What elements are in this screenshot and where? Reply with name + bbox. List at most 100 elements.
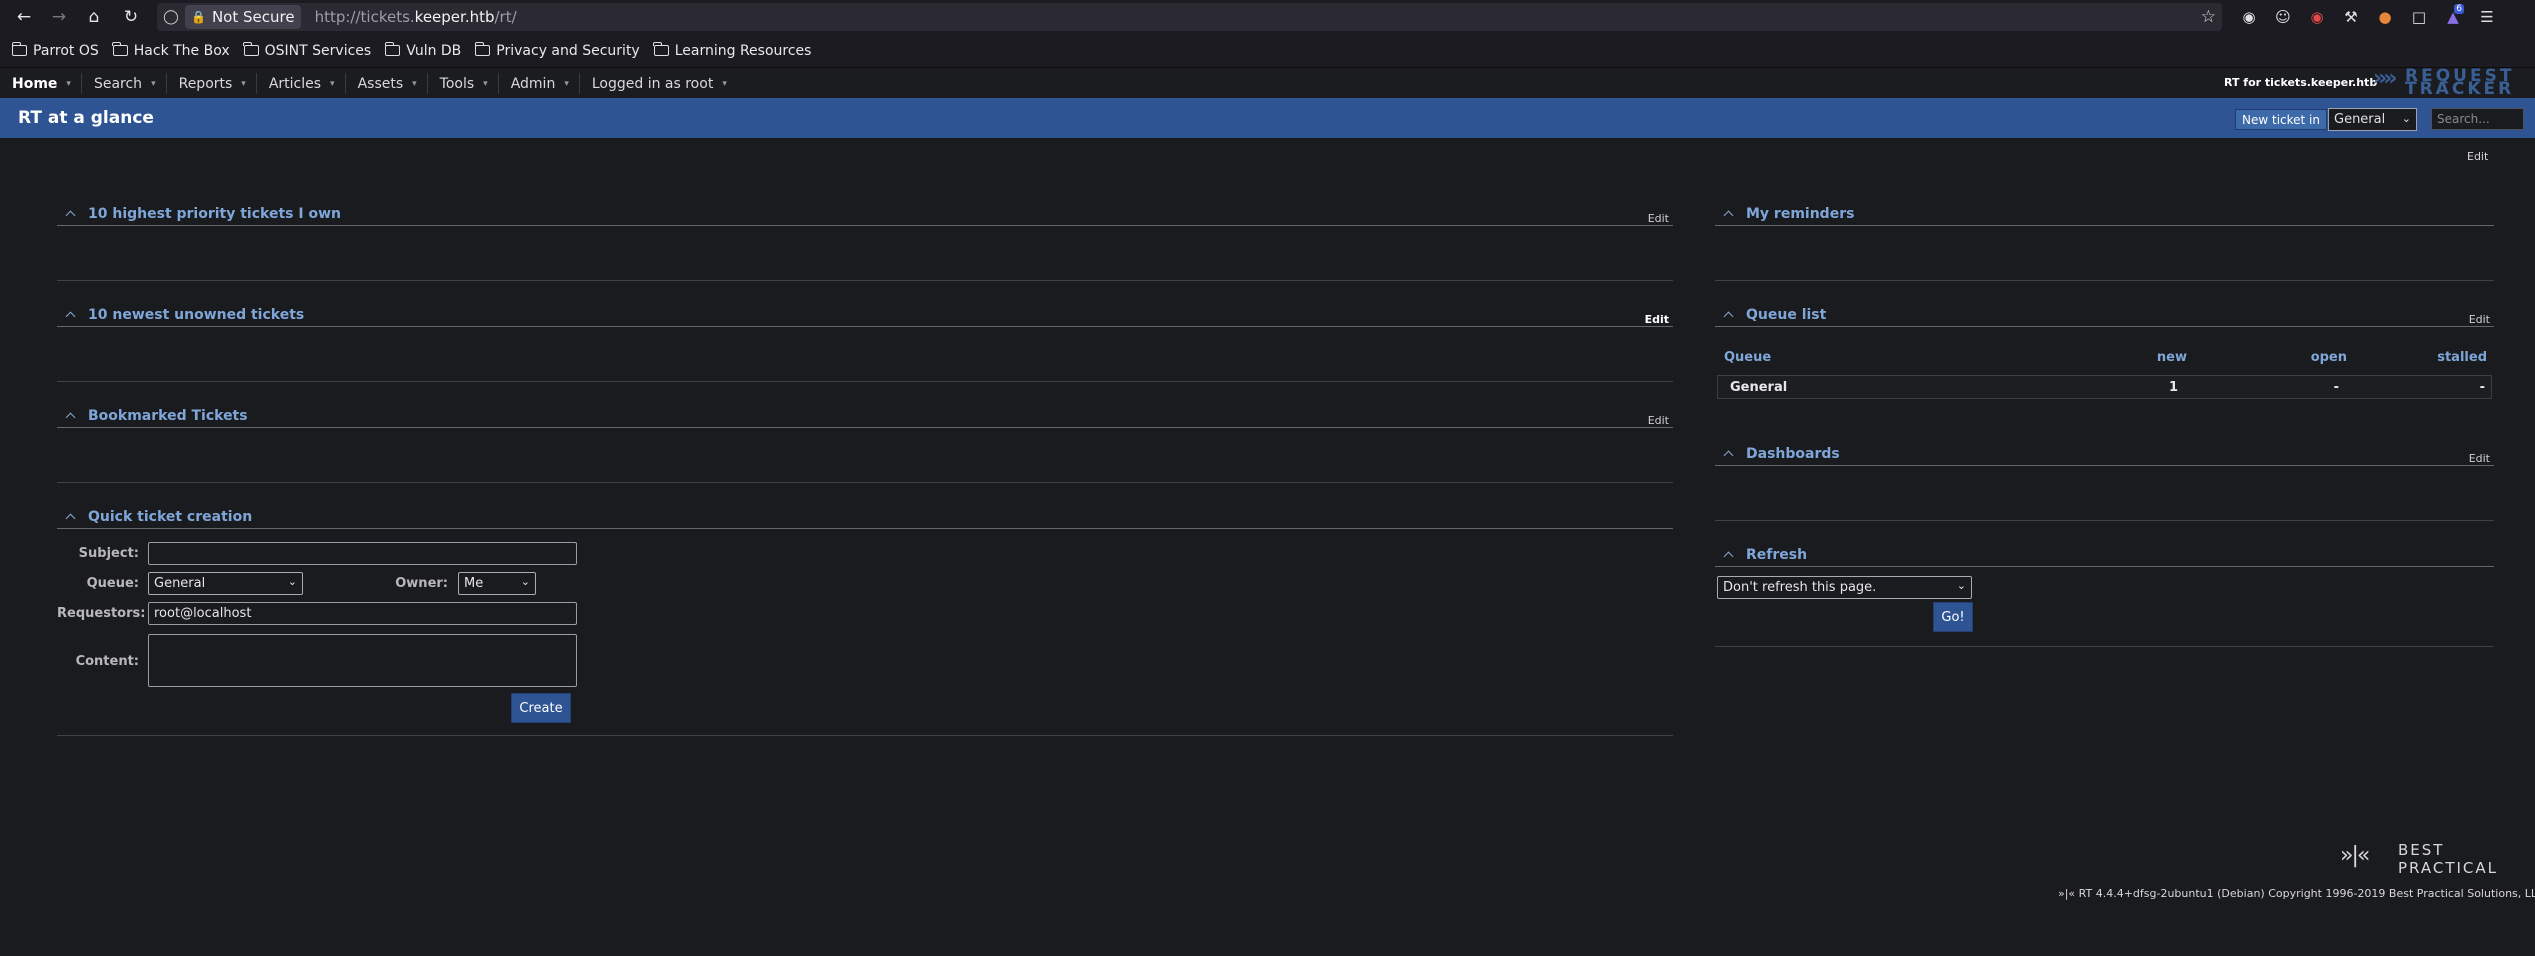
queue-select-value: General <box>2334 112 2386 127</box>
bookmark-learning-resources[interactable]: Learning Resources <box>653 42 811 59</box>
ublock-icon[interactable]: ◉ <box>2300 0 2334 34</box>
bookmark-star-icon[interactable]: ☆ <box>2201 7 2216 27</box>
portlet-divider <box>1715 646 2494 647</box>
url-text[interactable]: http://tickets.keeper.htb/rt/ <box>315 8 517 26</box>
queue-new-count[interactable]: 1 <box>2078 380 2178 395</box>
portlet-queue-list: Queue list Edit Queue new open stalled G… <box>1715 305 2494 405</box>
queue-name-link[interactable]: General <box>1730 380 1787 395</box>
subject-label: Subject: <box>78 546 139 561</box>
bookmark-vuln-db[interactable]: Vuln DB <box>384 42 462 59</box>
wrench-icon[interactable]: ⚒ <box>2334 0 2368 34</box>
logo-line2: PRACTICAL <box>2398 859 2499 877</box>
queue-select[interactable]: General ⌄ <box>148 572 303 595</box>
portlet-divider <box>57 735 1673 736</box>
collapse-toggle-icon[interactable] <box>1721 446 1737 462</box>
bookmark-osint-services[interactable]: OSINT Services <box>243 42 372 59</box>
menu-search[interactable]: Search ▾ <box>82 73 167 94</box>
back-icon[interactable]: ← <box>7 0 41 34</box>
page-edit-link[interactable]: Edit <box>2467 150 2488 163</box>
wappalyzer-icon[interactable]: ▲ 6 <box>2436 0 2470 34</box>
portlet-header: Dashboards Edit <box>1715 444 2494 466</box>
table-row[interactable]: General 1 - - <box>1717 375 2492 399</box>
badge-count: 6 <box>2454 4 2464 14</box>
collapse-toggle-icon[interactable] <box>63 509 79 525</box>
go-button[interactable]: Go! <box>1933 602 1973 632</box>
create-button[interactable]: Create <box>511 693 571 723</box>
browser-toolbar: ← → ⌂ ↻ ◯ 🔒 Not Secure http://tickets.ke… <box>0 0 2535 34</box>
chevron-down-icon: ⌄ <box>287 575 297 588</box>
collapse-toggle-icon[interactable] <box>1721 206 1737 222</box>
menu-articles[interactable]: Articles ▾ <box>257 73 346 94</box>
url-path: /rt/ <box>494 8 517 26</box>
foxyproxy-icon[interactable]: ● <box>2368 0 2402 34</box>
rt-menubar: Home ▾ Search ▾ Reports ▾ Articles ▾ Assets ▾… <box>0 69 2535 98</box>
bookmark-parrot-os[interactable]: Parrot OS <box>11 42 99 59</box>
bookmark-privacy-security[interactable]: Privacy and Security <box>474 42 640 59</box>
best-practical-logo[interactable]: »|« BEST PRACTICAL <box>2340 841 2520 877</box>
queue-stalled-count[interactable]: - <box>2385 380 2485 395</box>
url-bar[interactable]: ◯ 🔒 Not Secure http://tickets.keeper.htb… <box>157 3 2222 31</box>
bookmark-hack-the-box[interactable]: Hack The Box <box>112 42 230 59</box>
home-icon[interactable]: ⌂ <box>77 0 111 34</box>
portlet-title[interactable]: Quick ticket creation <box>88 509 252 525</box>
search-input[interactable]: Search... <box>2431 108 2524 130</box>
portlet-edit-link[interactable]: Edit <box>1648 414 1669 427</box>
portlet-header: Quick ticket creation <box>57 507 1673 529</box>
bookmarks-bar: Parrot OS Hack The Box OSINT Services Vu… <box>0 34 2535 68</box>
portlet-title[interactable]: Dashboards <box>1746 446 1840 462</box>
owner-select[interactable]: Me ⌄ <box>458 572 536 595</box>
menu-label: Home <box>12 75 58 92</box>
portlet-title[interactable]: 10 newest unowned tickets <box>88 307 304 323</box>
portlet-title[interactable]: Queue list <box>1746 307 1826 323</box>
subject-input[interactable] <box>148 542 577 565</box>
extensions-icon[interactable]: □ <box>2402 0 2436 34</box>
content-textarea[interactable] <box>148 634 577 687</box>
caret-down-icon: ▾ <box>66 78 71 89</box>
refresh-select[interactable]: Don't refresh this page. ⌄ <box>1717 576 1972 599</box>
menu-reports[interactable]: Reports ▾ <box>167 73 257 94</box>
menu-admin[interactable]: Admin ▾ <box>499 73 580 94</box>
logo-chevron-icon: »» <box>2373 66 2398 91</box>
portlet-title[interactable]: Refresh <box>1746 547 1807 563</box>
collapse-toggle-icon[interactable] <box>1721 547 1737 563</box>
portlet-header: Queue list Edit <box>1715 305 2494 327</box>
queue-open-count[interactable]: - <box>2239 380 2339 395</box>
menu-tools[interactable]: Tools ▾ <box>428 73 499 94</box>
portlet-title[interactable]: 10 highest priority tickets I own <box>88 206 341 222</box>
menu-label: Admin <box>510 75 556 92</box>
portlet-divider <box>57 280 1673 281</box>
collapse-toggle-icon[interactable] <box>63 307 79 323</box>
not-secure-indicator[interactable]: 🔒 Not Secure <box>185 5 301 29</box>
menu-icon[interactable]: ☰ <box>2470 0 2504 34</box>
new-ticket-queue-select[interactable]: General ⌄ <box>2328 108 2417 131</box>
collapse-toggle-icon[interactable] <box>63 206 79 222</box>
incognito-icon[interactable]: ◉ <box>2232 0 2266 34</box>
collapse-toggle-icon[interactable] <box>1721 307 1737 323</box>
shield-icon[interactable]: ◯ <box>157 9 185 25</box>
column-open: open <box>2310 350 2347 365</box>
menu-home[interactable]: Home ▾ <box>0 73 82 94</box>
menu-assets[interactable]: Assets ▾ <box>346 73 428 94</box>
logo-line2: TRACKER <box>2405 79 2515 99</box>
queue-table: Queue new open stalled General 1 - - <box>1717 350 2492 399</box>
portlet-title[interactable]: Bookmarked Tickets <box>88 408 248 424</box>
collapse-toggle-icon[interactable] <box>63 408 79 424</box>
content-label: Content: <box>75 654 139 669</box>
portlet-title[interactable]: My reminders <box>1746 206 1854 222</box>
portlet-edit-link[interactable]: Edit <box>2469 452 2490 465</box>
portlet-edit-link[interactable]: Edit <box>1645 313 1669 326</box>
menu-label: Logged in as root <box>591 75 714 92</box>
reload-icon[interactable]: ↻ <box>114 0 148 34</box>
portlet-priority-tickets: 10 highest priority tickets I own Edit <box>57 204 1673 281</box>
portlet-edit-link[interactable]: Edit <box>1648 212 1669 225</box>
bookmark-label: OSINT Services <box>264 42 372 59</box>
new-ticket-button[interactable]: New ticket in <box>2235 109 2327 130</box>
bookmark-label: Vuln DB <box>406 42 462 59</box>
menu-logged-in[interactable]: Logged in as root ▾ <box>580 73 737 94</box>
request-tracker-logo[interactable]: »» REQUEST TRACKER <box>2373 66 2535 99</box>
portlet-bookmarked-tickets: Bookmarked Tickets Edit <box>57 406 1673 483</box>
requestors-input[interactable]: root@localhost <box>148 602 577 625</box>
portlet-edit-link[interactable]: Edit <box>2469 313 2490 326</box>
account-icon[interactable]: ☺ <box>2266 0 2300 34</box>
forward-icon[interactable]: → <box>42 0 76 34</box>
